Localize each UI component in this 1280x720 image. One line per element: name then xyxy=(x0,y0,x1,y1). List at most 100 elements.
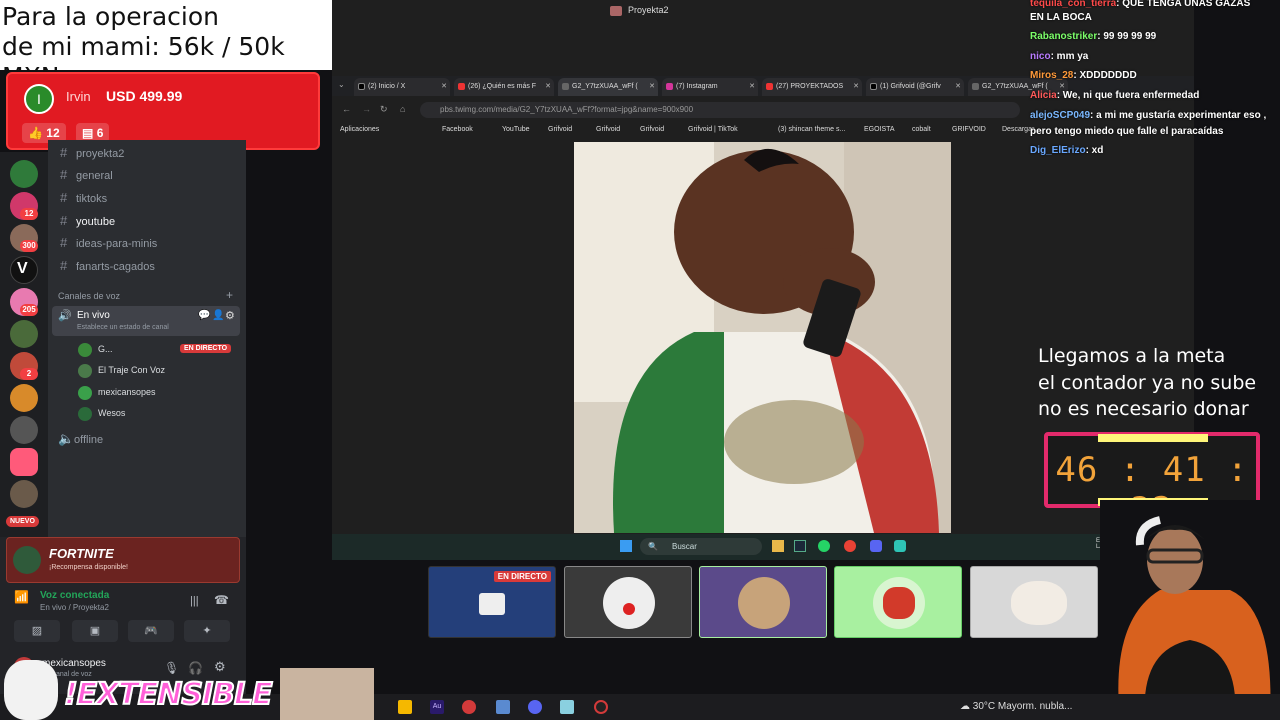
bookmark[interactable]: YouTube xyxy=(502,126,530,133)
gear-icon[interactable]: ⚙ xyxy=(214,659,226,675)
app-icon[interactable] xyxy=(398,700,412,714)
obs-icon[interactable] xyxy=(594,700,608,714)
gear-icon[interactable]: ⚙ xyxy=(225,309,235,322)
v-logo-icon: V xyxy=(17,260,28,277)
media-player-icon[interactable] xyxy=(462,700,476,714)
browser-tab[interactable]: (2) Inicio / X ✕ xyxy=(354,78,450,96)
camera-off-button[interactable]: ▨ xyxy=(14,620,60,642)
chat-message: Dig_ElErizo: xd xyxy=(1030,145,1104,156)
search-icon: 🔍 xyxy=(648,542,658,551)
weather-widget[interactable]: ☁ 30°C Mayorm. nubla... xyxy=(960,694,1080,720)
server-badge: 300 xyxy=(20,240,38,252)
screen-share-button[interactable]: ▣ xyxy=(72,620,118,642)
channel-proyekta2[interactable]: # proyekta2 xyxy=(60,144,124,162)
discord-icon[interactable] xyxy=(870,540,882,552)
steam-icon[interactable] xyxy=(794,540,806,552)
voice-channels-header[interactable]: Canales de voz xyxy=(58,291,120,301)
soundboard-button[interactable]: ✦ xyxy=(184,620,230,642)
browser-tab[interactable]: G2_Y7tzXUAA_wFf (✕ xyxy=(558,78,658,96)
browser-tab[interactable]: (7) Instagram ✕ xyxy=(662,78,758,96)
headphones-icon[interactable]: 🎧 xyxy=(188,661,203,675)
voice-member[interactable]: mexicansopes xyxy=(78,383,156,401)
app-icon[interactable] xyxy=(560,700,574,714)
discord-server-rail: 12 300 V 205 2 NUEVO xyxy=(0,152,48,537)
fortnite-reward-card[interactable]: FORTNITE ¡Recompensa disponible! xyxy=(6,537,240,583)
server-icon[interactable] xyxy=(10,384,38,412)
participant-tile[interactable] xyxy=(834,566,962,638)
thumbs-up-icon: 👍 xyxy=(28,126,43,140)
voice-member[interactable]: El Traje Con Voz xyxy=(78,361,165,379)
address-bar[interactable]: pbs.twimg.com/media/G2_Y7tzXUAA_wFf?form… xyxy=(420,102,1020,118)
voice-channel-offline[interactable]: 🔈offline xyxy=(58,430,103,448)
hash-icon: # xyxy=(60,190,68,205)
close-icon[interactable]: ✕ xyxy=(649,78,655,96)
voice-member[interactable]: G... xyxy=(78,340,113,358)
disconnect-icon[interactable]: ☎ xyxy=(214,593,229,607)
bookmark[interactable]: Aplicaciones xyxy=(340,126,379,133)
noise-suppression-icon[interactable]: ||| xyxy=(190,595,199,607)
live-badge: EN DIRECTO xyxy=(180,344,232,353)
close-icon[interactable]: ✕ xyxy=(749,78,755,96)
participant-tile[interactable] xyxy=(699,566,827,638)
home-icon[interactable]: ⌂ xyxy=(400,104,405,114)
discord-icon[interactable] xyxy=(528,700,542,714)
app-icon[interactable] xyxy=(496,700,510,714)
folder-icon[interactable] xyxy=(772,540,784,552)
reload-icon[interactable]: ↻ xyxy=(380,104,388,115)
avatar xyxy=(78,406,92,421)
server-icon[interactable]: V xyxy=(10,256,38,284)
microphone-icon[interactable]: 🎙 xyxy=(164,661,179,675)
channel-fanarts-cagados[interactable]: # fanarts-cagados xyxy=(60,257,155,275)
hash-icon: # xyxy=(60,213,68,228)
bookmark[interactable]: cobalt xyxy=(912,126,931,133)
close-icon[interactable]: ✕ xyxy=(441,78,447,96)
back-icon[interactable]: ← xyxy=(342,104,351,114)
channel-tiktoks[interactable]: # tiktoks xyxy=(60,189,107,207)
taskbar-search[interactable]: 🔍 Buscar xyxy=(640,538,762,555)
channel-general[interactable]: # general xyxy=(60,166,113,184)
bookmark[interactable]: (3) shincan theme s... xyxy=(778,126,845,133)
server-badge: 2 xyxy=(20,368,38,380)
bookmark[interactable]: Grifvoid xyxy=(548,126,572,133)
windows-start-icon[interactable] xyxy=(620,540,632,552)
bookmark[interactable]: Facebook xyxy=(442,126,473,133)
browser-tab[interactable]: (26) ¿Quién es más F ✕ xyxy=(454,78,554,96)
close-icon[interactable]: ✕ xyxy=(955,78,961,96)
voice-member[interactable]: Wesos xyxy=(78,404,125,422)
hash-icon: # xyxy=(60,258,68,273)
close-icon[interactable]: ✕ xyxy=(853,78,859,96)
browser-tab[interactable]: (27) PROYEKTADOS ✕ xyxy=(762,78,862,96)
app-icon[interactable] xyxy=(894,540,906,552)
participant-tile[interactable] xyxy=(970,566,1098,638)
server-icon[interactable] xyxy=(10,480,38,508)
whatsapp-icon[interactable] xyxy=(818,540,830,552)
bookmark[interactable]: Grifvoid xyxy=(640,126,664,133)
voice-channel-status[interactable]: Establece un estado de canal xyxy=(77,324,169,331)
server-icon[interactable] xyxy=(10,416,38,444)
server-icon[interactable] xyxy=(10,448,38,476)
close-icon[interactable]: ✕ xyxy=(545,78,551,96)
avatar xyxy=(78,385,92,400)
activities-button[interactable]: 🎮 xyxy=(128,620,174,642)
browser-tab[interactable]: (1) Grifvoid (@Grifv ✕ xyxy=(866,78,964,96)
channel-ideas-para-minis[interactable]: # ideas-para-minis xyxy=(60,234,157,252)
server-icon[interactable] xyxy=(10,160,38,188)
server-icon[interactable] xyxy=(10,320,38,348)
participant-tile[interactable] xyxy=(564,566,692,638)
bookmark[interactable]: EGOISTA xyxy=(864,126,895,133)
bookmark[interactable]: Grifvoid xyxy=(596,126,620,133)
chevron-down-icon[interactable]: ⌄ xyxy=(338,80,345,89)
chrome-icon[interactable] xyxy=(844,540,856,552)
forward-icon[interactable]: → xyxy=(362,104,371,114)
bookmark[interactable]: GRIFVOID xyxy=(952,126,986,133)
voice-location[interactable]: En vivo / Proyekta2 xyxy=(40,603,109,612)
add-channel-icon[interactable]: + xyxy=(226,288,233,302)
voice-channel-en-vivo[interactable]: 🔊 En vivo Establece un estado de canal 💬… xyxy=(52,306,240,336)
audition-icon[interactable]: Au xyxy=(430,700,444,714)
stream-preview-tile[interactable]: EN DIRECTO xyxy=(428,566,556,638)
bookmark[interactable]: Grifvoid | TikTok xyxy=(688,126,738,133)
add-member-icon[interactable]: 👤 xyxy=(212,310,224,321)
donation-amount: USD 499.99 xyxy=(106,88,183,104)
chat-bubble-icon[interactable]: 💬 xyxy=(198,310,210,321)
channel-youtube[interactable]: # youtube xyxy=(60,212,115,230)
